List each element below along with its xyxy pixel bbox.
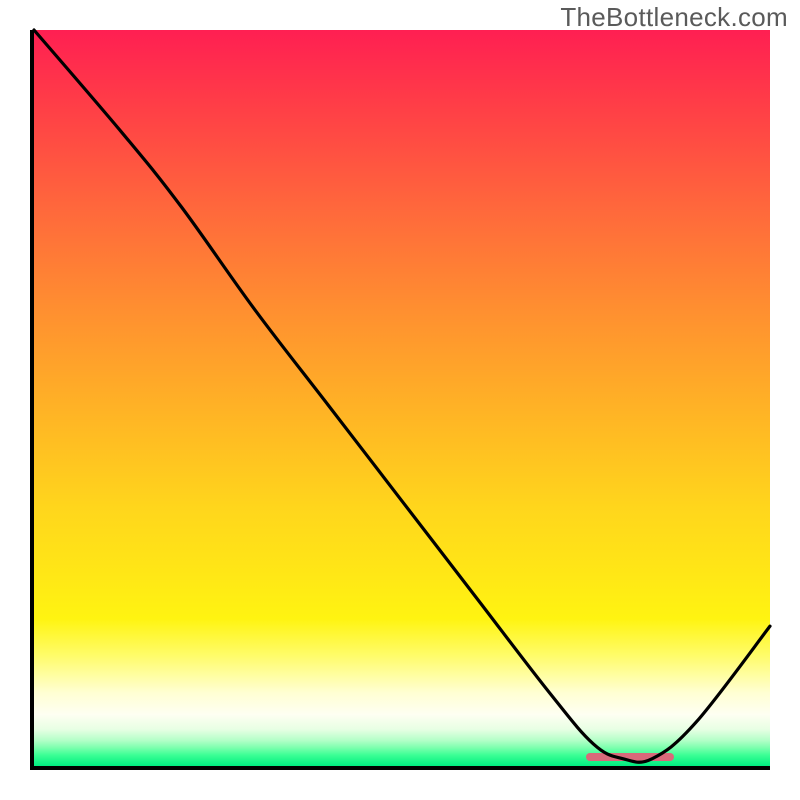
watermark-text: TheBottleneck.com <box>560 2 788 33</box>
bottleneck-curve <box>34 30 770 766</box>
chart-container: TheBottleneck.com <box>0 0 800 800</box>
plot-area <box>30 30 770 770</box>
